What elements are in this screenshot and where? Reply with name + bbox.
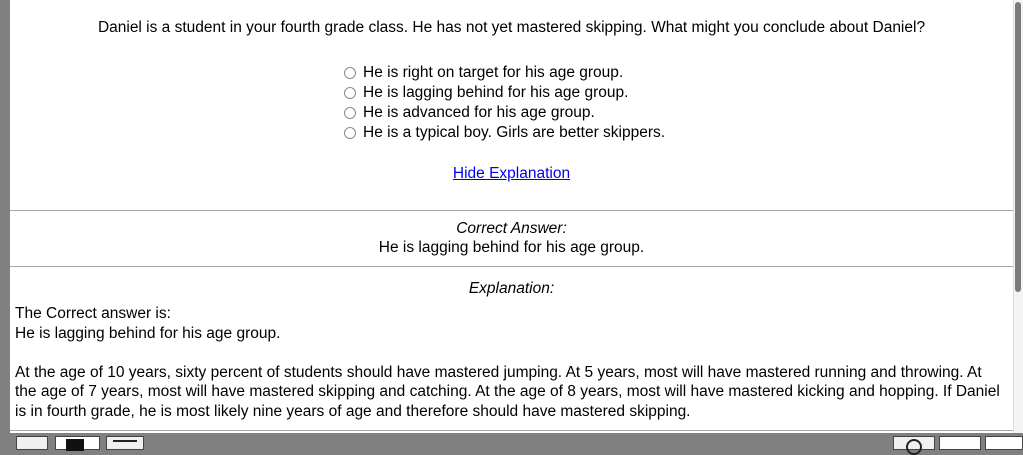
answer-options: He is right on target for his age group.… (344, 63, 665, 143)
correct-answer-label: Correct Answer: (456, 220, 567, 237)
radio-button[interactable] (344, 67, 356, 79)
explanation-intro: The Correct answer is: (15, 305, 171, 322)
option-label: He is a typical boy. Girls are better sk… (363, 124, 666, 141)
explanation-answer: He is lagging behind for his age group. (15, 324, 281, 342)
toolbar-button[interactable] (16, 436, 48, 450)
toolbar-button[interactable] (893, 436, 935, 455)
explanation-text: At the age of 10 years, sixty percent of… (15, 363, 1000, 420)
toolbar-button[interactable] (106, 436, 144, 450)
option-label: He is right on target for his age group. (363, 64, 624, 81)
scrollbar-thumb[interactable] (1015, 2, 1021, 292)
explanation-label: Explanation: (468, 280, 555, 297)
option-label: He is lagging behind for his age group. (363, 84, 629, 101)
divider (10, 210, 1013, 211)
option-label: He is advanced for his age group. (363, 104, 595, 121)
radio-button[interactable] (344, 127, 356, 139)
document-icon (66, 439, 84, 451)
toolbar-button[interactable] (55, 436, 100, 451)
divider (10, 266, 1013, 267)
toolbar-button[interactable] (985, 436, 1023, 450)
correct-answer-value: He is lagging behind for his age group. (378, 239, 645, 256)
answer-option[interactable]: He is advanced for his age group. (344, 103, 665, 123)
circle-icon (906, 439, 922, 455)
radio-button[interactable] (344, 87, 356, 99)
divider (10, 430, 1013, 431)
menu-icon (113, 440, 137, 442)
explanation-body: The Correct answer is: He is lagging beh… (15, 304, 1005, 421)
quiz-content-frame: Daniel is a student in your fourth grade… (10, 0, 1014, 433)
hide-explanation-link[interactable]: Hide Explanation (10, 165, 1013, 183)
toolbar-button[interactable] (939, 436, 981, 450)
answer-option[interactable]: He is lagging behind for his age group. (344, 83, 665, 103)
radio-button[interactable] (344, 107, 356, 119)
answer-option[interactable]: He is a typical boy. Girls are better sk… (344, 123, 665, 143)
question-text: Daniel is a student in your fourth grade… (97, 19, 926, 36)
answer-option[interactable]: He is right on target for his age group. (344, 63, 665, 83)
